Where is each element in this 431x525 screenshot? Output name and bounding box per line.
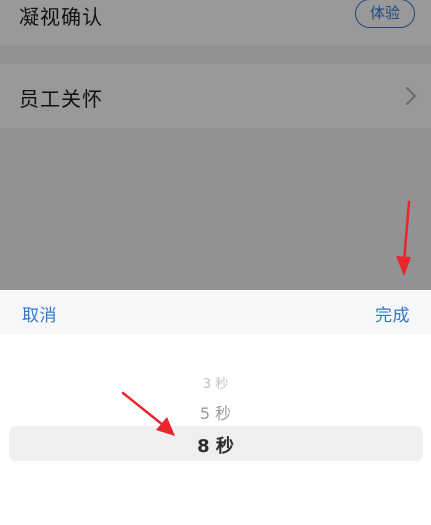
picker-toolbar: 取消 完成 — [0, 290, 431, 334]
duration-picker-wheel[interactable]: 3 秒 5 秒 8 秒 — [0, 334, 431, 525]
picker-option-selected[interactable]: 8 秒 — [0, 432, 431, 458]
modal-overlay[interactable] — [0, 0, 431, 290]
done-button[interactable]: 完成 — [375, 301, 410, 326]
picker-option[interactable]: 5 秒 — [0, 400, 431, 424]
cancel-button[interactable]: 取消 — [22, 301, 57, 326]
picker-option[interactable]: 3 秒 — [0, 373, 431, 392]
duration-picker-sheet: 取消 完成 3 秒 5 秒 8 秒 — [0, 290, 431, 525]
